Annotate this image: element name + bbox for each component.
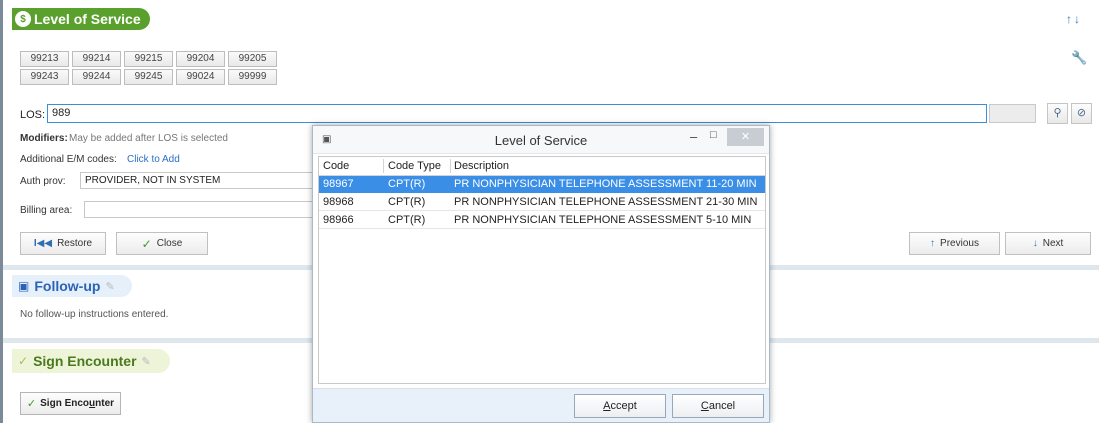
cell-description: PR NONPHYSICIAN TELEPHONE ASSESSMENT 5-1… xyxy=(454,214,752,226)
next-label: Next xyxy=(1042,238,1064,249)
cell-code-type: CPT(R) xyxy=(388,178,426,190)
los-section-header[interactable]: $ Level of Service xyxy=(12,8,150,30)
sign-encounter-label: Sign Encounter xyxy=(40,398,115,409)
table-row[interactable]: 98966 CPT(R) PR NONPHYSICIAN TELEPHONE A… xyxy=(319,212,765,229)
minimize-icon[interactable]: – xyxy=(690,129,697,144)
cell-code-type: CPT(R) xyxy=(388,214,426,226)
sign-section-header[interactable]: ✓ Sign Encounter ✎ xyxy=(12,349,170,373)
code-button[interactable]: 99213 xyxy=(20,51,69,67)
sign-title: Sign Encounter xyxy=(33,353,137,369)
close-button[interactable]: ✓ Close xyxy=(116,232,208,255)
previous-label: Previous xyxy=(940,238,979,249)
code-button[interactable]: 99204 xyxy=(176,51,225,67)
los-secondary-field[interactable] xyxy=(989,104,1036,123)
code-button[interactable]: 99024 xyxy=(176,69,225,85)
checkmark-icon: ✓ xyxy=(141,236,152,251)
pencil-icon[interactable]: ✎ xyxy=(142,355,151,368)
auth-prov-field[interactable]: PROVIDER, NOT IN SYSTEM xyxy=(80,172,316,189)
click-to-add-link[interactable]: Click to Add xyxy=(127,154,180,165)
table-row[interactable]: 98967 CPT(R) PR NONPHYSICIAN TELEPHONE A… xyxy=(319,176,765,193)
column-header-code[interactable]: Code xyxy=(323,157,349,175)
column-header-description[interactable]: Description xyxy=(454,157,509,175)
rewind-icon: I◀◀ xyxy=(33,238,53,249)
los-section-title: Level of Service xyxy=(34,11,141,27)
close-label: Close xyxy=(156,238,183,249)
los-label: LOS: xyxy=(20,109,46,121)
maximize-icon[interactable]: □ xyxy=(710,129,717,141)
code-button[interactable]: 99999 xyxy=(228,69,277,85)
cell-code-type: CPT(R) xyxy=(388,196,426,208)
arrow-down-icon: ↓ xyxy=(1032,238,1038,249)
restore-label: Restore xyxy=(57,238,93,249)
results-grid: Code Code Type Description 98967 CPT(R) … xyxy=(318,156,766,384)
los-lookup-dialog: ▣ Level of Service – □ ✕ Code Code Type … xyxy=(312,125,770,423)
additional-em-label: Additional E/M codes: xyxy=(20,154,117,165)
accept-button[interactable]: Accept xyxy=(574,394,666,418)
followup-section-header[interactable]: ▣ Follow-up ✎ xyxy=(12,275,132,297)
wrench-icon[interactable]: 🔧 xyxy=(1071,50,1087,66)
previous-button[interactable]: ↑ Previous xyxy=(909,232,1000,255)
code-button[interactable]: 99245 xyxy=(124,69,173,85)
arrow-up-icon: ↑ xyxy=(930,238,936,249)
modifiers-label: Modifiers: xyxy=(20,133,68,144)
code-button[interactable]: 99215 xyxy=(124,51,173,67)
column-divider[interactable] xyxy=(383,159,384,173)
signature-icon: ✓ xyxy=(18,354,29,368)
dialog-footer: Accept Cancel xyxy=(313,388,769,422)
code-button[interactable]: 99205 xyxy=(228,51,277,67)
dialog-titlebar[interactable]: ▣ Level of Service – □ ✕ xyxy=(313,126,769,154)
close-icon[interactable]: ✕ xyxy=(727,128,764,146)
cancel-button[interactable]: Cancel xyxy=(672,394,764,418)
sort-up-down-icon[interactable]: ↑↓ xyxy=(1066,12,1082,26)
los-input[interactable]: 989 xyxy=(47,104,987,123)
code-button[interactable]: 99214 xyxy=(72,51,121,67)
dollar-icon: $ xyxy=(15,11,31,27)
calendar-icon: ▣ xyxy=(18,279,30,293)
search-code-icon[interactable]: ⚲ xyxy=(1047,103,1068,124)
dialog-title: Level of Service xyxy=(494,133,588,148)
cell-code: 98967 xyxy=(323,178,354,190)
followup-text: No follow-up instructions entered. xyxy=(20,309,169,320)
billing-area-field[interactable] xyxy=(84,201,316,218)
code-button[interactable]: 99243 xyxy=(20,69,69,85)
link-icon[interactable]: ⊘ xyxy=(1071,103,1092,124)
table-row[interactable]: 98968 CPT(R) PR NONPHYSICIAN TELEPHONE A… xyxy=(319,194,765,211)
pencil-icon[interactable]: ✎ xyxy=(105,280,114,293)
column-divider[interactable] xyxy=(450,159,451,173)
cell-code: 98968 xyxy=(323,196,354,208)
column-header-code-type[interactable]: Code Type xyxy=(388,157,441,175)
followup-title: Follow-up xyxy=(34,278,101,294)
next-button[interactable]: ↓ Next xyxy=(1005,232,1091,255)
restore-button[interactable]: I◀◀ Restore xyxy=(20,232,106,255)
auth-prov-label: Auth prov: xyxy=(20,176,66,187)
billing-area-label: Billing area: xyxy=(20,205,73,216)
sign-encounter-button[interactable]: ✓ Sign Encounter xyxy=(20,392,121,415)
cell-code: 98966 xyxy=(323,214,354,226)
checkmark-icon: ✓ xyxy=(26,398,37,410)
cell-description: PR NONPHYSICIAN TELEPHONE ASSESSMENT 21-… xyxy=(454,196,758,208)
modifiers-note: May be added after LOS is selected xyxy=(69,133,228,144)
cell-description: PR NONPHYSICIAN TELEPHONE ASSESSMENT 11-… xyxy=(454,178,757,190)
code-button[interactable]: 99244 xyxy=(72,69,121,85)
